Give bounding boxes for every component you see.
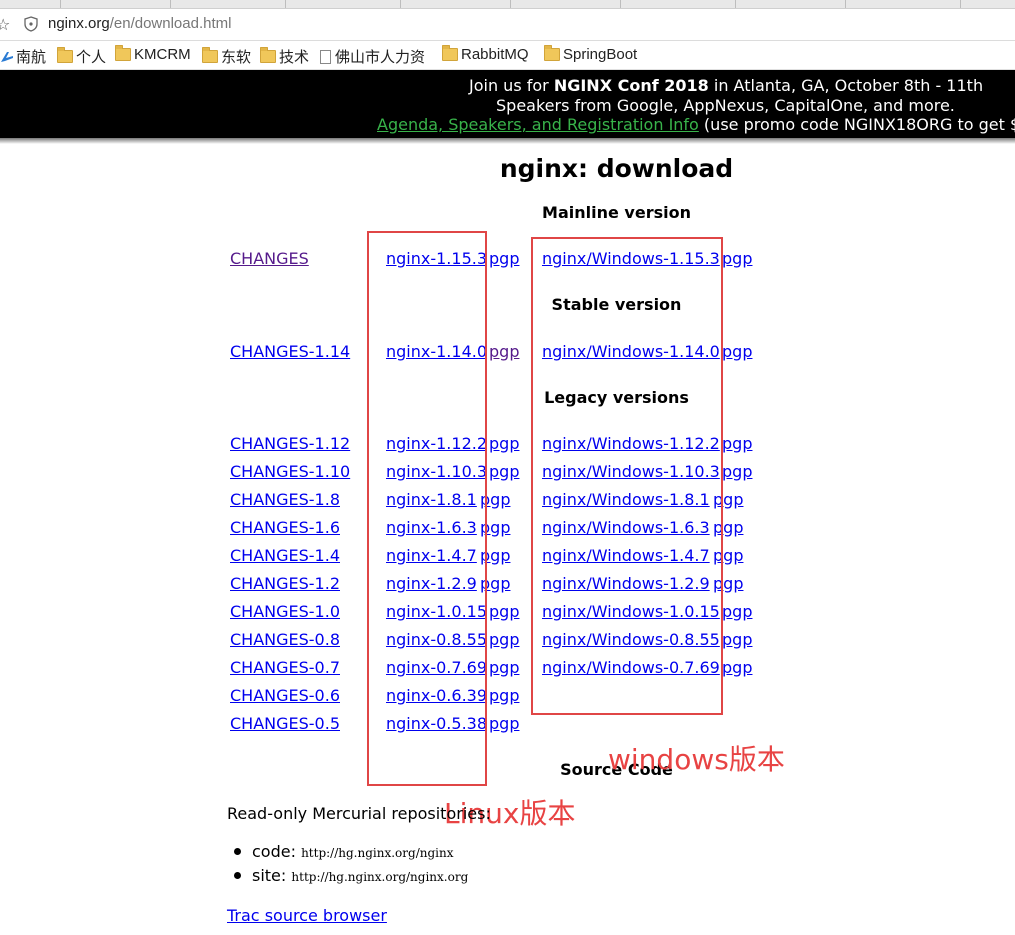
folder-icon	[544, 45, 560, 61]
pgp-link[interactable]: pgp	[489, 658, 519, 677]
address-bar[interactable]: ☆ nginx.org/en/download.html	[0, 9, 1015, 41]
bookmark-label: 东软	[221, 49, 252, 66]
page-icon	[320, 49, 331, 64]
conference-banner: Join us for NGINX Conf 2018 in Atlanta, …	[0, 70, 1015, 138]
browser-tab[interactable]	[510, 0, 621, 8]
linux-highlight-box	[367, 231, 487, 786]
browser-tab[interactable]	[845, 0, 961, 8]
changes-link[interactable]: CHANGES-1.6	[230, 518, 340, 537]
banner-text: in Atlanta, GA, October 8th - 11th	[708, 76, 984, 95]
repo-site-url: http://hg.nginx.org/nginx.org	[291, 870, 469, 884]
browser-tab[interactable]	[170, 0, 286, 8]
bookmark-label: SpringBoot	[563, 46, 638, 63]
bookmark-label: 技术	[279, 49, 310, 66]
changes-link[interactable]: CHANGES-1.10	[230, 462, 350, 481]
changes-link[interactable]: CHANGES-0.5	[230, 714, 340, 733]
tab-strip	[0, 0, 1015, 9]
browser-tab[interactable]	[60, 0, 171, 8]
changes-link[interactable]: CHANGES-1.14	[230, 342, 350, 361]
bookmarks-bar: 南航 个人 KMCRM 东软 技术 佛山市人力资 RabbitMQ Spring…	[0, 41, 1015, 70]
changes-link[interactable]: CHANGES	[230, 249, 309, 268]
pgp-link[interactable]: pgp	[722, 658, 752, 677]
bookmark-label: 南航	[16, 49, 47, 66]
banner-line-1: Join us for NGINX Conf 2018 in Atlanta, …	[469, 76, 983, 96]
trac-source-link[interactable]: Trac source browser	[227, 906, 387, 925]
banner-shadow	[0, 138, 1015, 144]
shield-icon	[24, 16, 38, 32]
repo-code-label: code:	[252, 842, 296, 861]
bookmark-item[interactable]: 技术	[260, 46, 309, 67]
pgp-link[interactable]: pgp	[722, 249, 752, 268]
bookmark-item[interactable]: KMCRM	[115, 45, 191, 63]
pgp-link[interactable]: pgp	[489, 434, 519, 453]
browser-tab[interactable]	[400, 0, 511, 8]
pgp-link[interactable]: pgp	[489, 630, 519, 649]
folder-icon	[115, 45, 131, 61]
bookmark-item[interactable]: RabbitMQ	[442, 45, 529, 63]
folder-icon	[260, 47, 276, 63]
changes-link[interactable]: CHANGES-1.12	[230, 434, 350, 453]
pgp-link[interactable]: pgp	[722, 434, 752, 453]
repo-label: Read-only Mercurial repositories:	[227, 804, 491, 823]
pgp-link[interactable]: pgp	[489, 462, 519, 481]
pgp-link[interactable]: pgp	[722, 462, 752, 481]
bookmark-label: RabbitMQ	[461, 46, 529, 63]
changes-link[interactable]: CHANGES-0.7	[230, 658, 340, 677]
browser-tab[interactable]	[620, 0, 736, 8]
star-icon[interactable]: ☆	[0, 15, 10, 34]
browser-tab[interactable]	[0, 0, 61, 8]
bookmark-label: 个人	[76, 49, 107, 66]
banner-line-3: Agenda, Speakers, and Registration Info …	[377, 115, 1015, 135]
pgp-link[interactable]: pgp	[722, 342, 752, 361]
page-title: nginx: download	[499, 154, 734, 183]
banner-line-2: Speakers from Google, AppNexus, CapitalO…	[496, 96, 955, 115]
banner-text: Join us for	[469, 76, 554, 95]
changes-link[interactable]: CHANGES-0.8	[230, 630, 340, 649]
list-item: code: http://hg.nginx.org/nginx	[232, 842, 468, 866]
repo-list: code: http://hg.nginx.org/nginx site: ht…	[232, 842, 468, 890]
list-item: site: http://hg.nginx.org/nginx.org	[232, 866, 468, 890]
agenda-link[interactable]: Agenda, Speakers, and Registration Info	[377, 115, 699, 134]
mainline-heading: Mainline version	[542, 203, 691, 222]
pgp-link[interactable]: pgp	[489, 342, 519, 361]
bookmark-item[interactable]: 个人	[57, 46, 106, 67]
folder-icon	[202, 47, 218, 63]
changes-link[interactable]: CHANGES-0.6	[230, 686, 340, 705]
bookmark-item[interactable]: 东软	[202, 46, 251, 67]
bookmark-item[interactable]: 南航	[0, 46, 46, 67]
changes-link[interactable]: CHANGES-1.0	[230, 602, 340, 621]
pgp-link[interactable]: pgp	[722, 630, 752, 649]
changes-link[interactable]: CHANGES-1.8	[230, 490, 340, 509]
folder-icon	[442, 45, 458, 61]
windows-highlight-box	[531, 237, 723, 715]
url-text[interactable]: nginx.org/en/download.html	[48, 15, 231, 32]
banner-conf-name: NGINX Conf 2018	[553, 76, 709, 95]
changes-link[interactable]: CHANGES-1.2	[230, 574, 340, 593]
pgp-link[interactable]: pgp	[489, 602, 519, 621]
pgp-link[interactable]: pgp	[489, 686, 519, 705]
banner-promo-text: (use promo code NGINX18ORG to get $200	[703, 115, 1015, 134]
pgp-link[interactable]: pgp	[722, 602, 752, 621]
windows-annotation-label: windows版本	[608, 743, 785, 776]
url-host: nginx.org	[48, 15, 110, 32]
browser-tab[interactable]	[285, 0, 401, 8]
bookmark-label: KMCRM	[134, 46, 191, 63]
bookmark-item[interactable]: 佛山市人力资	[320, 46, 425, 67]
bookmark-item[interactable]: SpringBoot	[544, 45, 638, 63]
folder-icon	[57, 47, 73, 63]
changes-link[interactable]: CHANGES-1.4	[230, 546, 340, 565]
bookmark-label: 佛山市人力资	[335, 49, 426, 66]
browser-tab[interactable]	[735, 0, 846, 8]
repo-code-url: http://hg.nginx.org/nginx	[301, 846, 454, 860]
pgp-link[interactable]: pgp	[489, 714, 519, 733]
url-path: /en/download.html	[109, 15, 232, 32]
plane-icon	[1, 51, 13, 62]
repo-site-label: site:	[252, 866, 287, 885]
pgp-link[interactable]: pgp	[489, 249, 519, 268]
